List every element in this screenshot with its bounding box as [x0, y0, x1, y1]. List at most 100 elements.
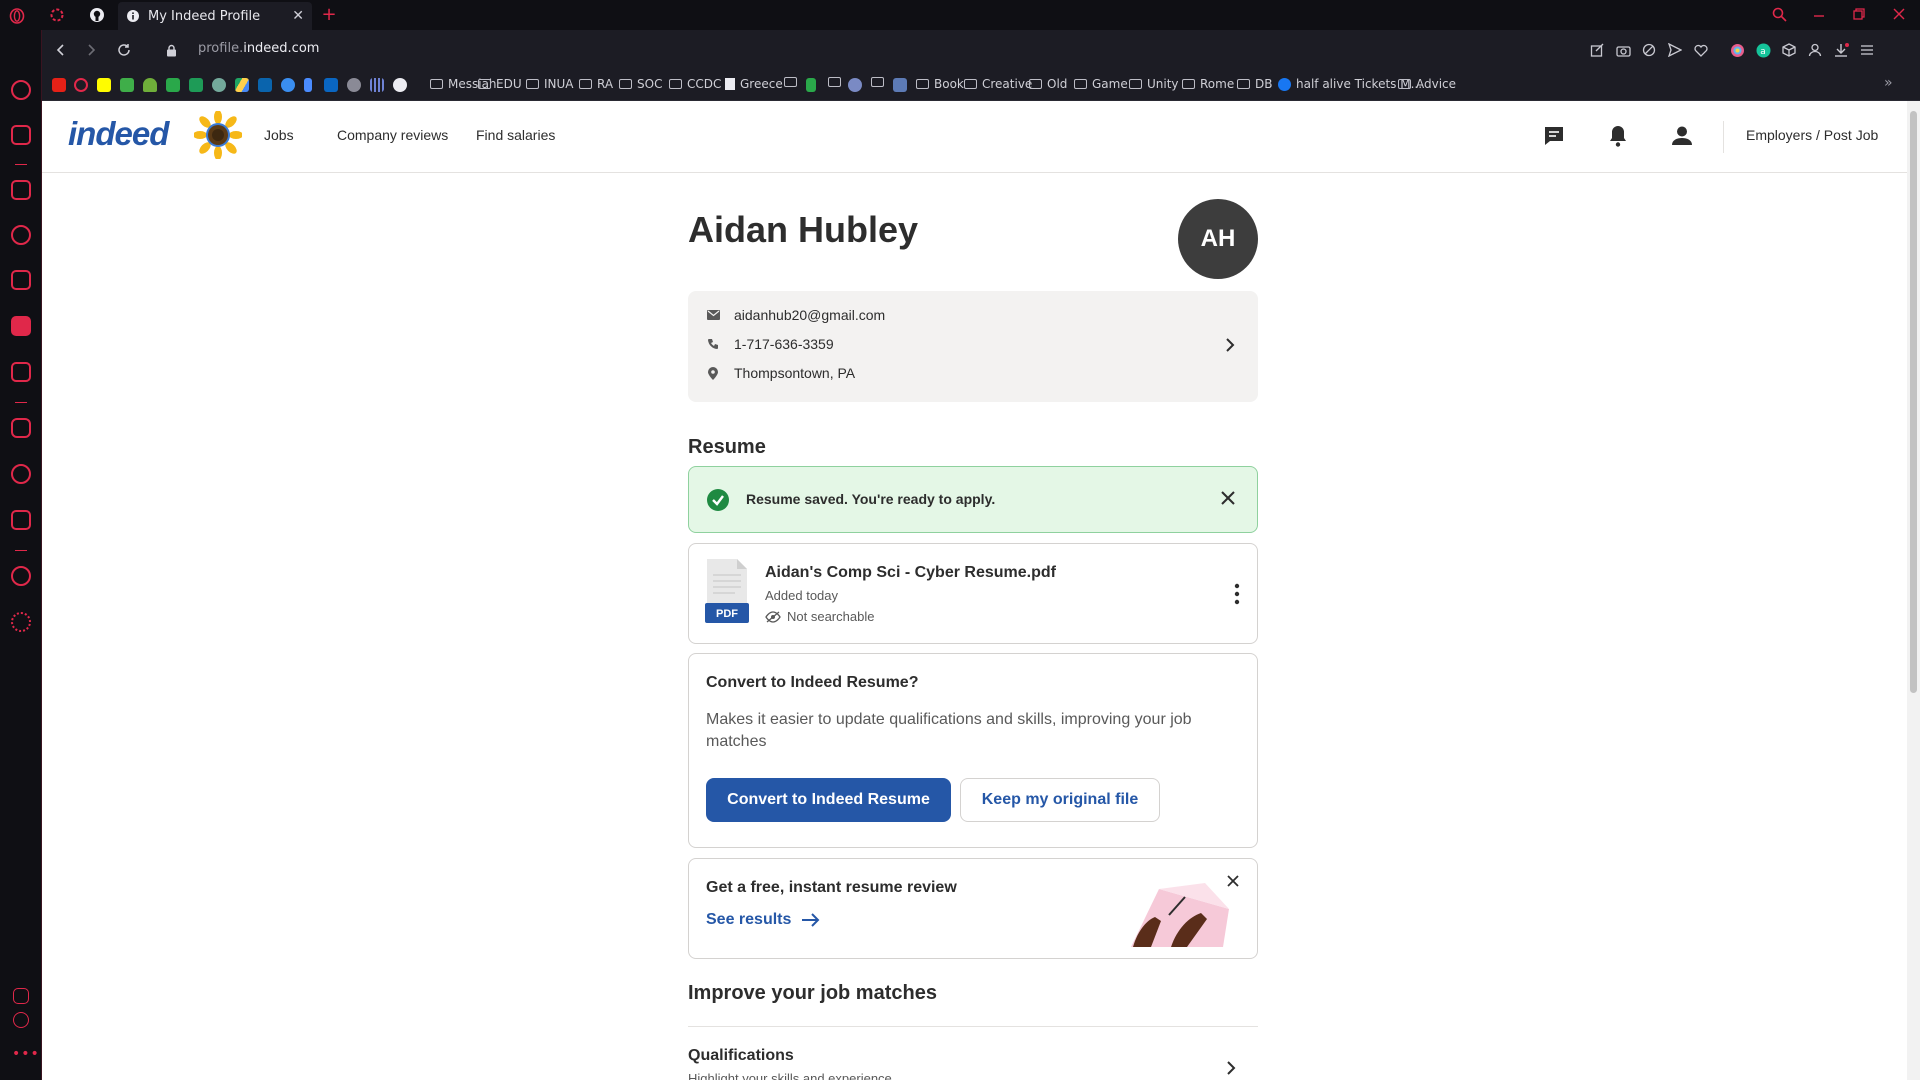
bookmark-old[interactable]: Old: [1029, 77, 1067, 91]
scrollbar-thumb[interactable]: [1910, 111, 1917, 693]
nav-company-reviews[interactable]: Company reviews: [337, 127, 448, 143]
url-field[interactable]: profile.indeed.com: [198, 41, 319, 56]
bookmark-advice[interactable]: Advice: [1398, 77, 1456, 91]
chevron-right-icon[interactable]: [1220, 335, 1240, 355]
contact-info-card[interactable]: aidanhub20@gmail.com 1-717-636-3359 Thom…: [688, 291, 1258, 402]
bookmark-game[interactable]: Game: [1074, 77, 1128, 91]
notifications-icon[interactable]: [1605, 123, 1631, 149]
pinned-tab-icon[interactable]: [49, 7, 65, 23]
close-icon[interactable]: [1217, 487, 1239, 509]
red-circle-bookmark-icon[interactable]: [74, 78, 88, 92]
convert-to-indeed-resume-button[interactable]: Convert to Indeed Resume: [706, 778, 951, 822]
bookmark-folder-a[interactable]: [784, 77, 797, 87]
page-scrollbar[interactable]: [1907, 101, 1920, 1080]
outlook-bookmark-icon[interactable]: [258, 78, 272, 92]
grammar-extension-icon[interactable]: a: [1754, 41, 1772, 59]
bookmark-greece[interactable]: Greece: [725, 77, 783, 91]
sidebar-more-icon[interactable]: •••: [12, 1046, 40, 1062]
bars-bookmark-icon[interactable]: [370, 78, 384, 92]
video-icon[interactable]: [11, 362, 31, 382]
account-icon[interactable]: [1669, 123, 1695, 149]
messages-bookmark-icon[interactable]: [281, 78, 295, 92]
close-icon[interactable]: [1225, 873, 1241, 889]
search-tabs-icon[interactable]: [1770, 5, 1788, 23]
resume-file-name[interactable]: Aidan's Comp Sci - Cyber Resume.pdf: [765, 564, 1056, 582]
github-tab-icon[interactable]: [88, 6, 106, 24]
sidebar-panel-icon[interactable]: [13, 988, 29, 1004]
nav-jobs[interactable]: Jobs: [264, 127, 294, 143]
bookmark-creative[interactable]: Creative: [964, 77, 1032, 91]
see-results-link[interactable]: See results: [706, 911, 821, 929]
more-options-icon[interactable]: [1233, 582, 1241, 606]
extensions-icon[interactable]: [11, 180, 31, 200]
workspaces-icon[interactable]: [11, 125, 31, 145]
bookmark-unity[interactable]: Unity: [1129, 77, 1179, 91]
easy-setup-icon[interactable]: [1858, 41, 1876, 59]
snapchat-bookmark-icon[interactable]: [97, 78, 111, 92]
new-tab-icon[interactable]: +: [320, 4, 338, 25]
bookmark-ra[interactable]: RA: [579, 77, 613, 91]
download-icon[interactable]: [1832, 41, 1850, 59]
reload-icon[interactable]: [115, 41, 133, 59]
tab-active[interactable]: My Indeed Profile ✕: [118, 2, 312, 30]
sheets-bookmark-icon[interactable]: [189, 78, 203, 92]
drive-bookmark-icon[interactable]: [235, 78, 249, 92]
bookmark-edu[interactable]: EDU: [478, 77, 522, 91]
youtube-bookmark-icon[interactable]: [52, 78, 66, 92]
bookmark-ccdc[interactable]: CCDC: [669, 77, 721, 91]
bookmark-book[interactable]: Book: [916, 77, 964, 91]
share-icon[interactable]: [1588, 41, 1606, 59]
heart-icon[interactable]: [1692, 41, 1710, 59]
close-window-icon[interactable]: [1890, 5, 1908, 23]
bookmark-rome[interactable]: Rome: [1182, 77, 1234, 91]
globe-bookmark-icon[interactable]: [347, 78, 361, 92]
bookmark-folder-b[interactable]: [828, 77, 841, 87]
minimize-icon[interactable]: [1810, 5, 1828, 23]
tasks-icon[interactable]: [11, 316, 31, 336]
chat-bookmark-icon[interactable]: [166, 78, 180, 92]
bookmark-folder-c[interactable]: [871, 77, 884, 87]
nav-find-salaries[interactable]: Find salaries: [476, 127, 555, 143]
favorites-icon[interactable]: [11, 225, 31, 245]
player-icon[interactable]: [11, 270, 31, 290]
send-icon[interactable]: [1666, 41, 1684, 59]
chatgpt-bookmark-icon[interactable]: [212, 78, 226, 92]
employers-post-job-link[interactable]: Employers / Post Job: [1746, 127, 1878, 143]
adblock-icon[interactable]: [1640, 41, 1658, 59]
snowflake-bookmark-icon[interactable]: [848, 78, 862, 92]
history-icon[interactable]: [11, 566, 31, 586]
messenger-icon[interactable]: [11, 510, 31, 530]
dollar-bookmark-icon[interactable]: [806, 78, 816, 92]
image-bookmark-icon[interactable]: [893, 78, 907, 92]
color-extension-icon[interactable]: [1728, 41, 1746, 59]
profile-icon[interactable]: [1806, 41, 1824, 59]
bookmark-inua[interactable]: INUA: [526, 77, 574, 91]
bookmark-db[interactable]: DB: [1237, 77, 1272, 91]
forward-icon[interactable]: [82, 41, 100, 59]
instagram-icon[interactable]: [11, 418, 31, 438]
chevron-right-icon[interactable]: [1222, 1059, 1240, 1077]
qualifications-link[interactable]: Qualifications: [688, 1047, 794, 1065]
bookmark-soc[interactable]: SOC: [619, 77, 662, 91]
lock-icon[interactable]: [164, 42, 178, 58]
avatar[interactable]: AH: [1178, 199, 1258, 279]
github-bookmark-icon[interactable]: [393, 78, 407, 92]
indeed-logo[interactable]: indeed: [68, 115, 169, 153]
chess-bookmark-icon[interactable]: [143, 78, 157, 92]
close-tab-icon[interactable]: ✕: [292, 8, 304, 24]
sidebar-setup-icon[interactable]: [13, 1012, 29, 1028]
back-icon[interactable]: [52, 41, 70, 59]
speed-dial-icon[interactable]: [11, 80, 31, 100]
camera-icon[interactable]: [1614, 41, 1632, 59]
doc-bookmark-icon[interactable]: [304, 78, 312, 92]
linkedin-bookmark-icon[interactable]: [324, 78, 338, 92]
opera-menu-icon[interactable]: [8, 7, 26, 25]
resume-file-card[interactable]: PDF Aidan's Comp Sci - Cyber Resume.pdf …: [688, 543, 1258, 644]
twitter-icon[interactable]: [11, 464, 31, 484]
more-bookmarks-icon[interactable]: »: [1884, 75, 1893, 91]
keep-original-file-button[interactable]: Keep my original file: [960, 778, 1160, 822]
restore-icon[interactable]: [1850, 5, 1868, 23]
settings-icon[interactable]: [11, 612, 31, 632]
pen-bookmark-icon[interactable]: [120, 78, 134, 92]
messages-icon[interactable]: [1541, 123, 1567, 149]
